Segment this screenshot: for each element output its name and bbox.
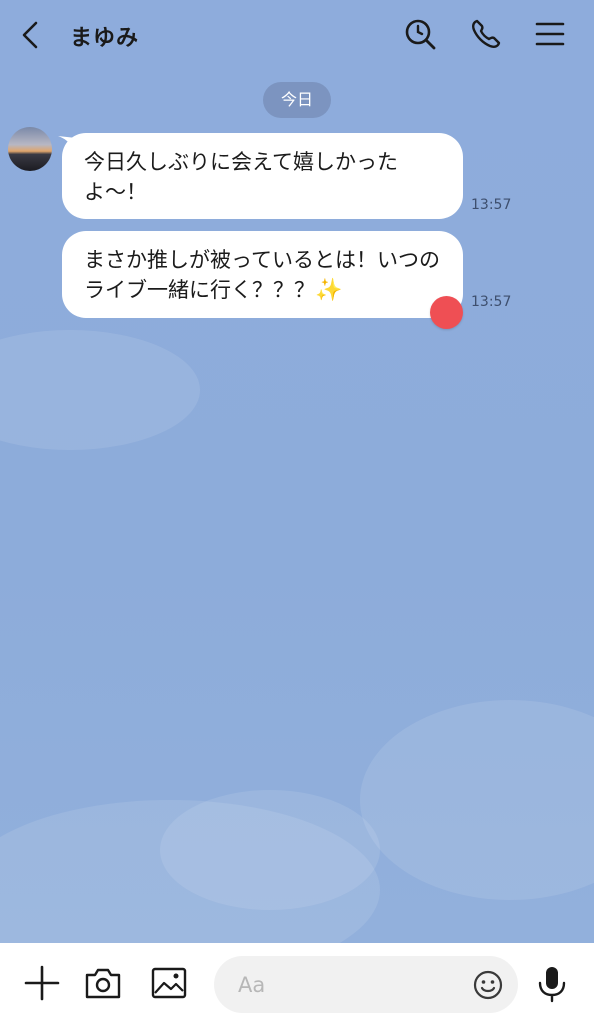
- chat-header: まゆみ: [0, 0, 594, 72]
- message-bubble[interactable]: 今日久しぶりに会えて嬉しかったよ〜！: [62, 133, 463, 219]
- plus-icon[interactable]: [22, 963, 62, 1003]
- message-bubble[interactable]: まさか推しが被っているとは！いつのライブ一緒に行く？？？✨: [62, 231, 463, 318]
- reaction-badge[interactable]: [430, 296, 463, 329]
- search-icon[interactable]: [402, 16, 438, 52]
- back-icon[interactable]: [14, 18, 48, 52]
- microphone-icon[interactable]: [532, 963, 572, 1003]
- avatar[interactable]: [8, 127, 52, 171]
- composer-bar: [0, 943, 594, 1024]
- emoji-icon[interactable]: [472, 969, 504, 1001]
- message-time: 13:57: [471, 294, 512, 310]
- message-time: 13:57: [471, 197, 512, 213]
- message-input[interactable]: [238, 970, 458, 1000]
- chat-title: まゆみ: [70, 26, 140, 51]
- message-text: 今日久しぶりに会えて嬉しかったよ〜！: [84, 150, 398, 204]
- phone-icon[interactable]: [468, 16, 504, 52]
- camera-icon[interactable]: [83, 963, 123, 1003]
- message-text: まさか推しが被っているとは！いつのライブ一緒に行く？？？: [84, 248, 440, 302]
- menu-icon[interactable]: [532, 16, 568, 52]
- date-divider: 今日: [263, 82, 331, 118]
- sparkles-emoji: ✨: [315, 278, 343, 303]
- image-icon[interactable]: [149, 963, 189, 1003]
- message-input-container[interactable]: [214, 956, 518, 1013]
